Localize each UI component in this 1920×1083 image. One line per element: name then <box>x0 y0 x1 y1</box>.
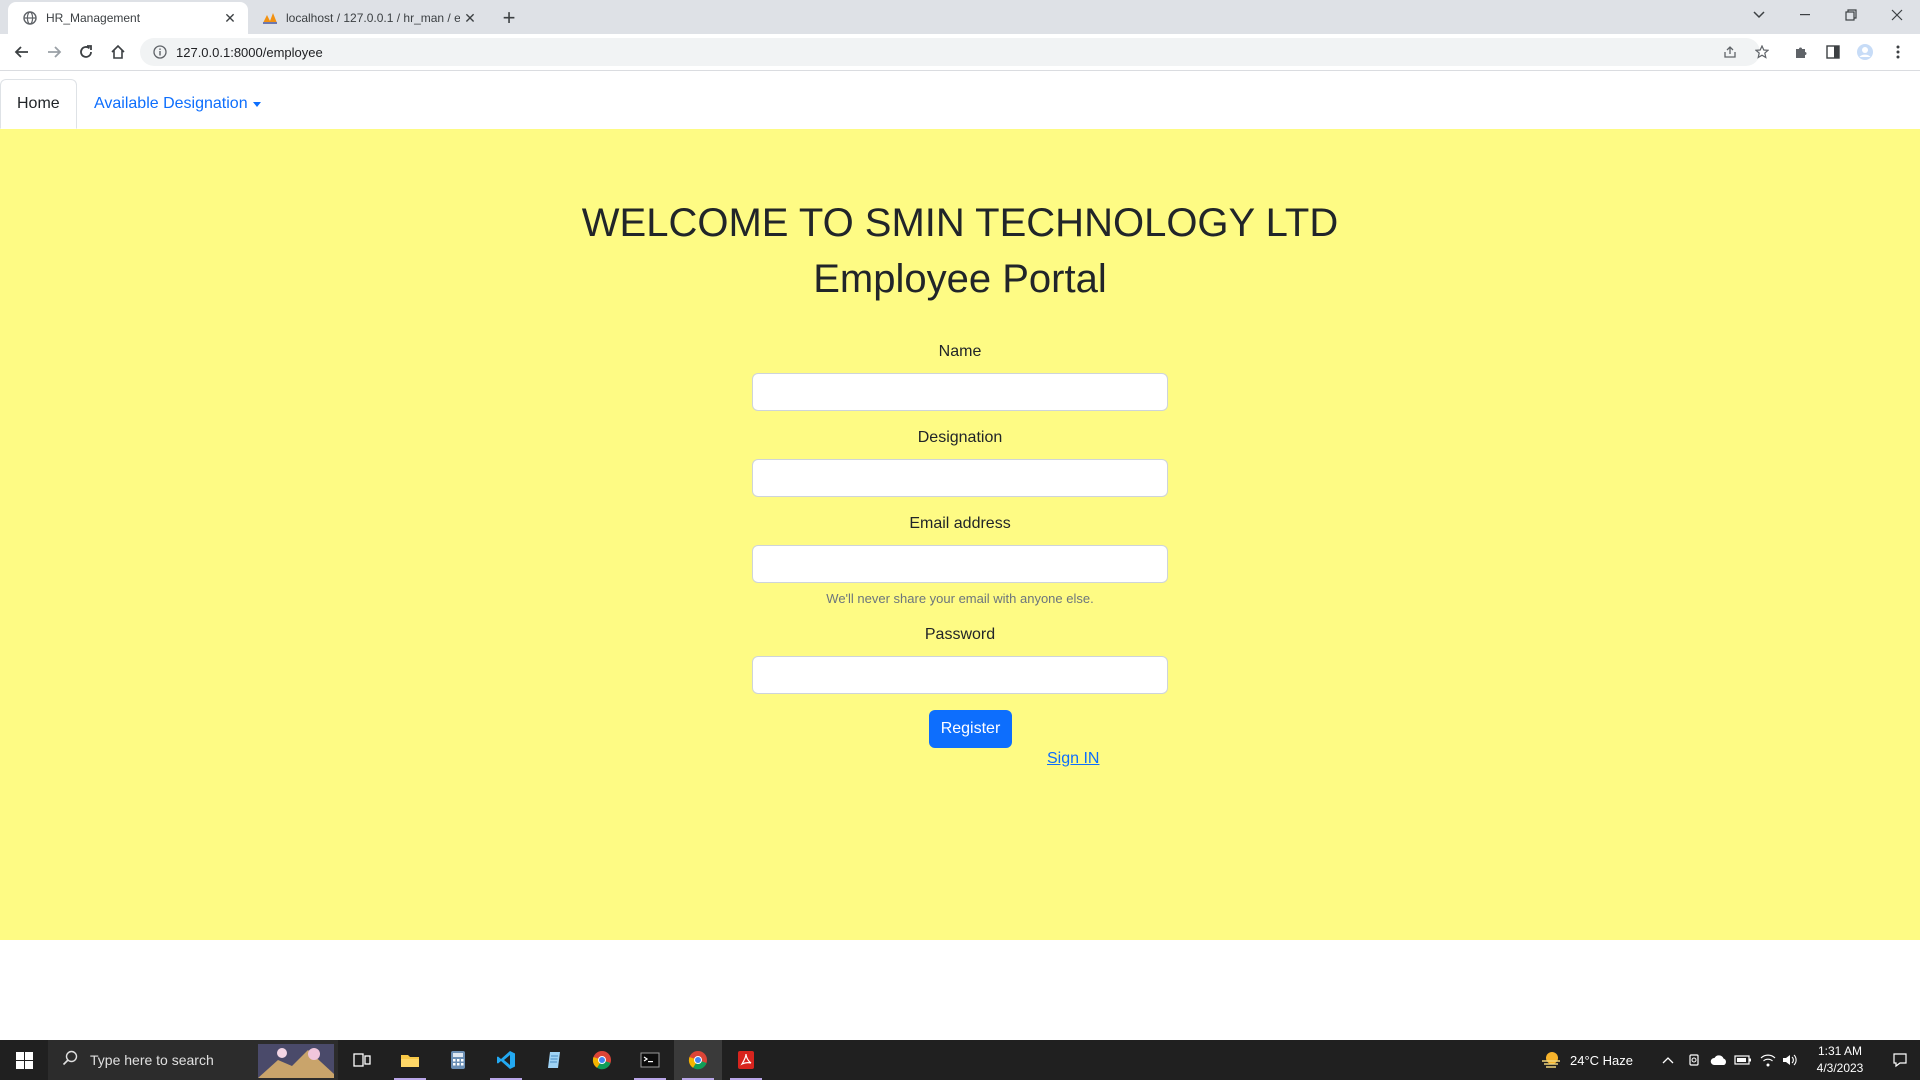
taskbar-search-box[interactable]: Type here to search <box>48 1040 338 1080</box>
volume-icon[interactable] <box>1782 1040 1798 1080</box>
profile-avatar-icon[interactable] <box>1853 40 1877 64</box>
extensions-icon[interactable] <box>1789 40 1813 64</box>
email-input[interactable] <box>752 545 1168 583</box>
weather-haze-icon <box>1540 1050 1562 1071</box>
search-highlight-image <box>258 1044 334 1083</box>
calculator-icon[interactable] <box>434 1040 482 1080</box>
globe-icon <box>22 10 38 26</box>
page-content: Home Available Designation WELCOME TO SM… <box>0 71 1920 1040</box>
acrobat-icon[interactable] <box>722 1040 770 1080</box>
home-icon[interactable] <box>104 38 132 66</box>
sign-in-link[interactable]: Sign IN <box>1047 750 1099 768</box>
reload-icon[interactable] <box>72 38 100 66</box>
browser-tab-hr-management[interactable]: HR_Management ✕ <box>8 2 248 34</box>
search-icon <box>62 1050 78 1071</box>
clock-time: 1:31 AM <box>1817 1044 1863 1058</box>
browser-tab-phpmyadmin[interactable]: localhost / 127.0.0.1 / hr_man / e ✕ <box>248 2 488 34</box>
site-info-icon[interactable] <box>152 44 168 60</box>
chrome-icon[interactable] <box>578 1040 626 1080</box>
battery-icon[interactable] <box>1734 1040 1752 1080</box>
weather-widget[interactable]: 24°C Haze <box>1540 1040 1633 1080</box>
new-tab-button[interactable]: + <box>495 4 523 32</box>
back-icon[interactable] <box>8 38 36 66</box>
taskbar-clock[interactable]: 1:31 AM 4/3/2023 <box>1800 1043 1880 1077</box>
weather-text: 24°C Haze <box>1570 1052 1634 1068</box>
close-window-icon[interactable] <box>1874 0 1920 30</box>
tab-title: HR_Management <box>46 11 141 25</box>
windows-start-icon[interactable] <box>0 1040 48 1080</box>
forward-icon[interactable] <box>40 38 68 66</box>
restore-icon[interactable] <box>1828 0 1874 30</box>
email-label: Email address <box>909 515 1011 532</box>
bookmark-star-icon[interactable] <box>1750 40 1774 64</box>
portal-heading: Employee Portal <box>813 257 1107 301</box>
nav-tab-home[interactable]: Home <box>0 79 77 129</box>
close-tab-icon[interactable]: ✕ <box>460 8 480 28</box>
welcome-heading: WELCOME TO SMIN TECHNOLOGY LTD <box>581 201 1339 245</box>
portal-section: WELCOME TO SMIN TECHNOLOGY LTD Employee … <box>0 129 1920 940</box>
vscode-icon[interactable] <box>482 1040 530 1080</box>
clock-date: 4/3/2023 <box>1816 1061 1864 1075</box>
meet-now-icon[interactable] <box>1688 1040 1702 1080</box>
chrome-active-icon[interactable] <box>674 1040 722 1080</box>
show-hidden-icons-icon[interactable] <box>1662 1040 1674 1080</box>
email-help-text: We'll never share your email with anyone… <box>826 591 1094 606</box>
password-label: Password <box>924 626 996 643</box>
designation-dropdown-label: Available Designation <box>94 95 248 112</box>
phpmyadmin-icon <box>262 10 278 26</box>
tab-search-icon[interactable] <box>1736 0 1782 30</box>
notepad-icon[interactable] <box>530 1040 578 1080</box>
address-bar[interactable]: 127.0.0.1:8000/employee <box>140 38 1760 66</box>
name-label: Name <box>938 343 982 360</box>
close-tab-icon[interactable]: ✕ <box>220 8 240 28</box>
caret-down-icon <box>252 101 261 107</box>
nav-tab-available-designation[interactable]: Available Designation <box>78 79 277 129</box>
name-input[interactable] <box>752 373 1168 411</box>
search-placeholder: Type here to search <box>90 1052 214 1068</box>
file-explorer-icon[interactable] <box>386 1040 434 1080</box>
tab-title: localhost / 127.0.0.1 / hr_man / e <box>286 11 460 25</box>
terminal-icon[interactable] <box>626 1040 674 1080</box>
password-input[interactable] <box>752 656 1168 694</box>
minimize-icon[interactable] <box>1782 0 1828 30</box>
nav-tabs: Home Available Designation <box>0 71 1920 130</box>
menu-kebab-icon[interactable] <box>1886 40 1910 64</box>
taskbar: Type here to search 24°C Haze 1:31 AM 4/… <box>0 1040 1920 1080</box>
task-view-icon[interactable] <box>338 1040 386 1080</box>
onedrive-icon[interactable] <box>1710 1040 1728 1080</box>
share-icon[interactable] <box>1718 40 1742 64</box>
designation-input[interactable] <box>752 459 1168 497</box>
side-panel-icon[interactable] <box>1821 40 1845 64</box>
url-text: 127.0.0.1:8000/employee <box>176 44 323 60</box>
notifications-icon[interactable] <box>1880 1040 1920 1080</box>
register-button[interactable]: Register <box>929 710 1012 748</box>
designation-label: Designation <box>917 429 1003 446</box>
wifi-icon[interactable] <box>1760 1040 1776 1080</box>
browser-tab-strip: HR_Management ✕ localhost / 127.0.0.1 / … <box>0 0 1920 34</box>
browser-toolbar: 127.0.0.1:8000/employee <box>0 34 1920 71</box>
